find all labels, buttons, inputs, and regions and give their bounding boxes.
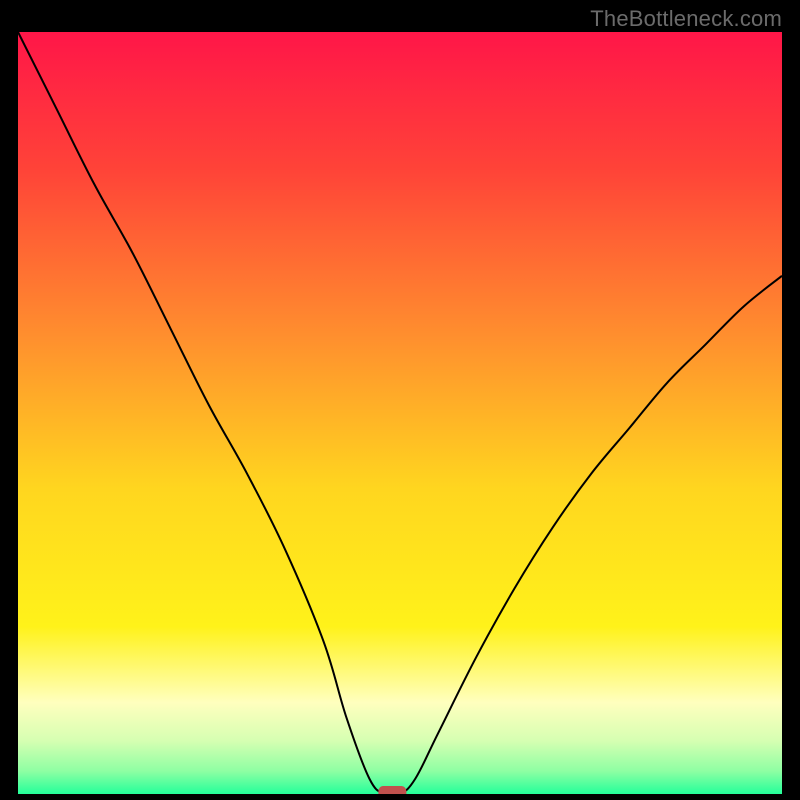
optimum-marker — [378, 786, 406, 794]
gradient-background — [18, 32, 782, 794]
watermark-text: TheBottleneck.com — [590, 6, 782, 32]
chart-frame: TheBottleneck.com — [0, 0, 800, 800]
bottleneck-chart — [18, 32, 782, 794]
